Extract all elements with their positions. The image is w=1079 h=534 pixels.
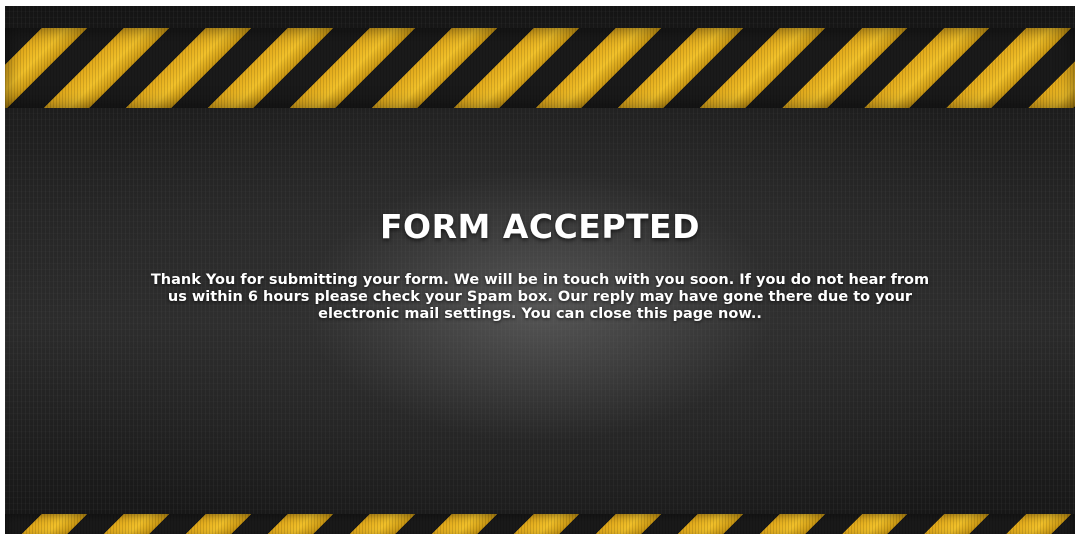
confirmation-message: Thank You for submitting your form. We w…	[150, 272, 930, 322]
page-title: FORM ACCEPTED	[380, 207, 700, 246]
page-background: FORM ACCEPTED Thank You for submitting y…	[5, 6, 1075, 534]
hazard-stripe-bottom	[5, 514, 1075, 534]
hazard-stripe-top	[5, 28, 1075, 108]
